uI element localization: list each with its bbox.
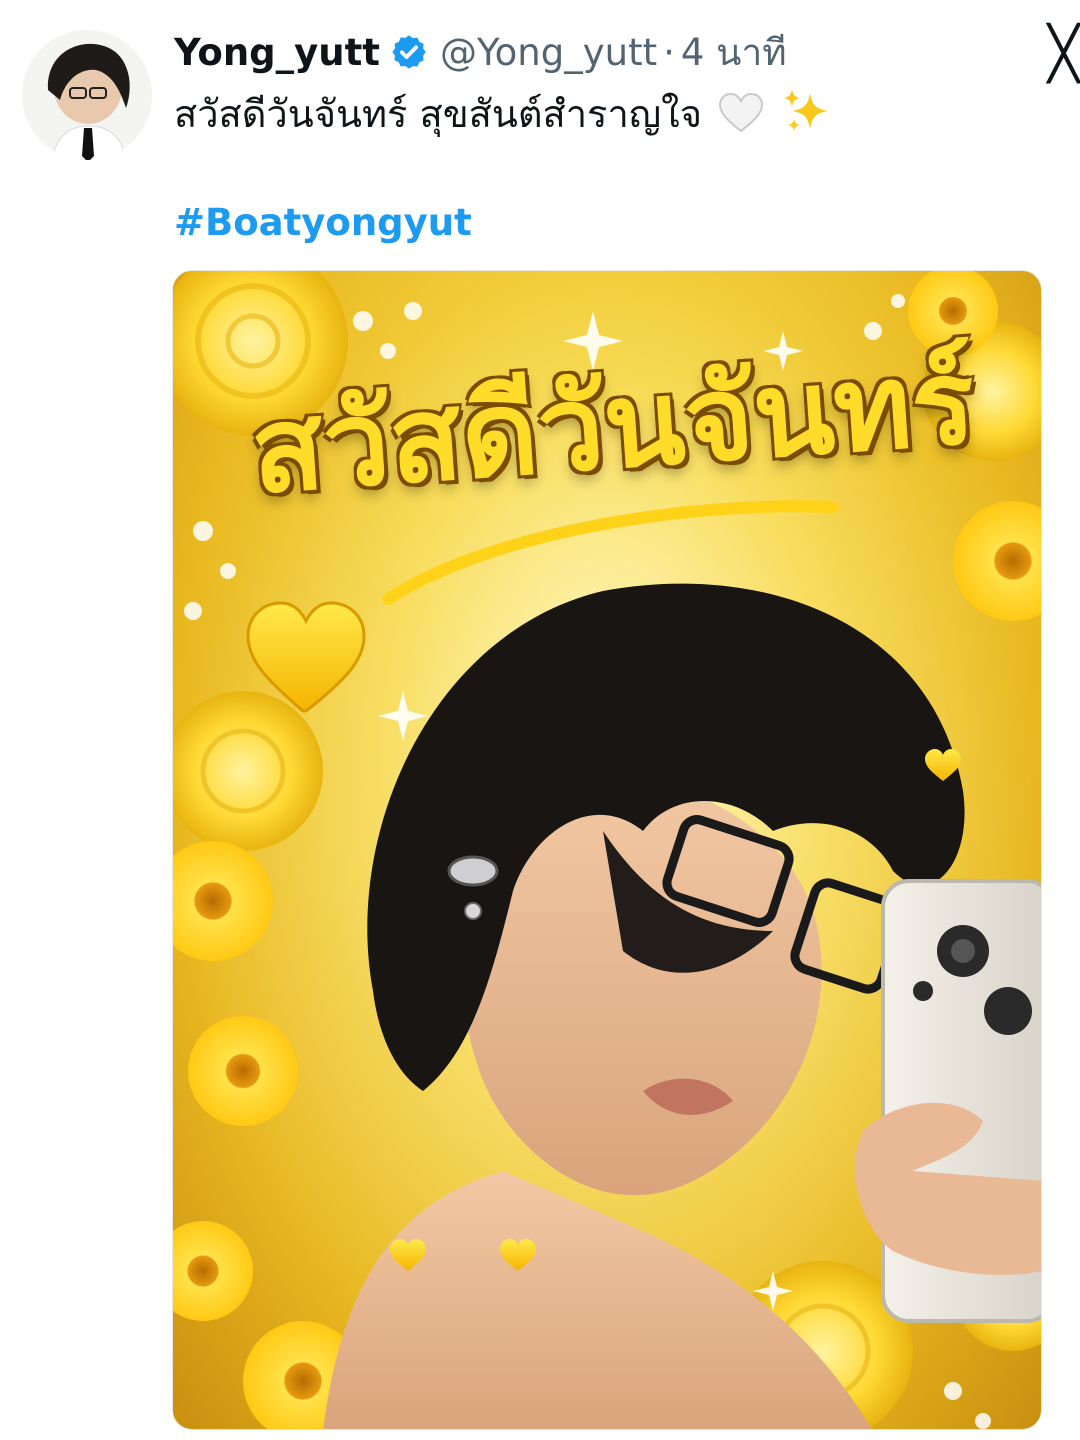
hashtag-link[interactable]: #Boatyongyut — [174, 196, 472, 250]
sparkles-emoji-icon — [782, 87, 830, 135]
display-name[interactable]: Yong_yutt — [174, 31, 380, 74]
white-heart-emoji-icon — [718, 90, 764, 133]
user-handle[interactable]: @Yong_yutt — [440, 31, 657, 74]
tweet-text: สวัสดีวันจันทร์ สุขสันต์สำราญใจ — [174, 84, 830, 144]
tweet: Yong_yutt @Yong_yutt · 4 นาที ╳ สวัสดีวั… — [0, 0, 1080, 1440]
timestamp[interactable]: 4 นาที — [681, 23, 787, 82]
tweet-media-image[interactable]: สวัสดีวันจันทร์ — [172, 270, 1042, 1430]
tweet-text-body: สวัสดีวันจันทร์ สุขสันต์สำราญใจ — [174, 92, 702, 136]
separator-dot: · — [663, 30, 675, 74]
tweet-header: Yong_yutt @Yong_yutt · 4 นาที — [174, 26, 787, 78]
close-icon[interactable]: ╳ — [1048, 24, 1080, 84]
verified-badge-icon — [390, 33, 428, 71]
avatar[interactable] — [22, 30, 152, 160]
